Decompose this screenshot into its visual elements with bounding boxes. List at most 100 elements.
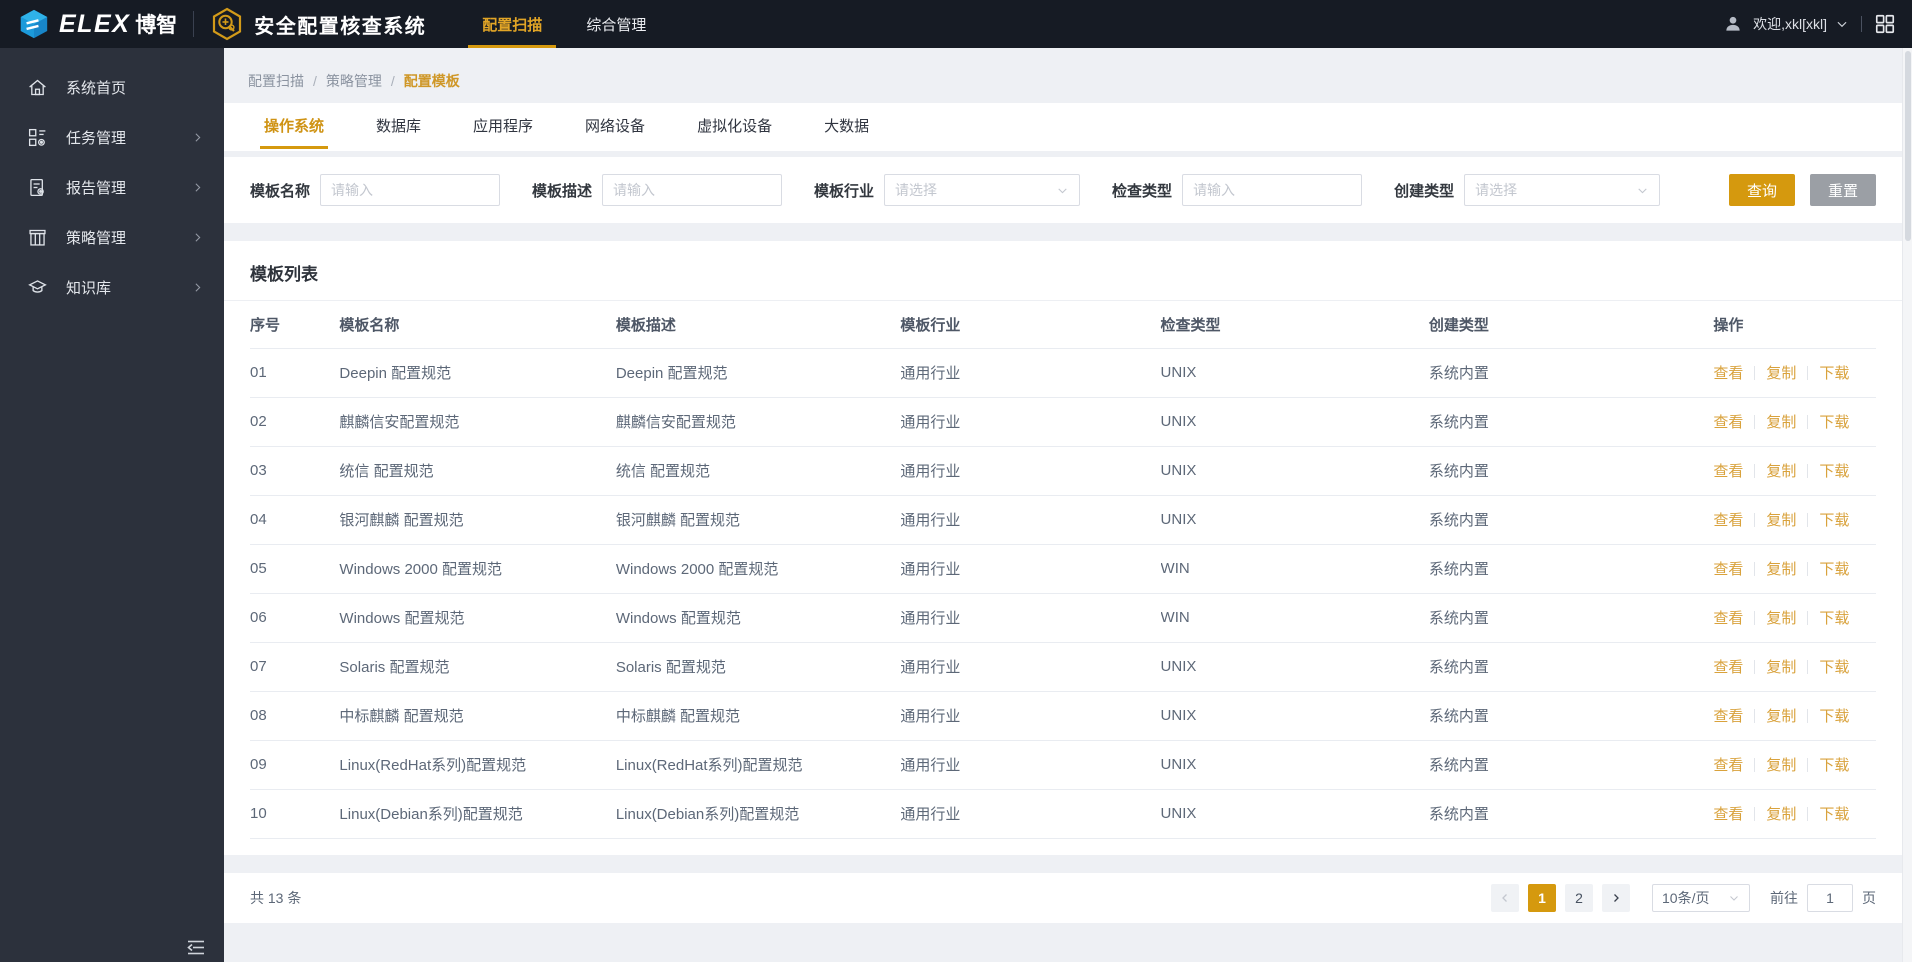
action-download-link[interactable]: 下载 (1819, 558, 1849, 579)
action-download-link[interactable]: 下载 (1819, 607, 1849, 628)
scrollbar[interactable] (1902, 48, 1912, 962)
action-divider (1754, 659, 1756, 674)
action-view-link[interactable]: 查看 (1713, 705, 1743, 726)
sidebar-item-1[interactable]: 任务管理 (0, 112, 224, 162)
row-actions: 查看 复制 下载 (1713, 803, 1876, 824)
filter-select-2[interactable]: 请选择 (884, 174, 1081, 206)
top-nav-label: 配置扫描 (482, 16, 543, 34)
user-welcome[interactable]: 欢迎,xkl[xkl] (1753, 14, 1827, 34)
action-view-link[interactable]: 查看 (1713, 656, 1743, 677)
top-nav-item-0[interactable]: 配置扫描 (460, 0, 564, 48)
action-view-link[interactable]: 查看 (1713, 509, 1743, 530)
action-download-link[interactable]: 下载 (1819, 754, 1849, 775)
row-actions: 查看 复制 下载 (1713, 411, 1876, 432)
prev-page-button[interactable] (1491, 883, 1519, 912)
breadcrumb-separator: / (313, 72, 317, 89)
filter-input-3[interactable] (1182, 174, 1363, 206)
search-button[interactable]: 查询 (1729, 174, 1795, 206)
breadcrumb-item-0[interactable]: 配置扫描 (248, 71, 304, 91)
tab-1[interactable]: 数据库 (362, 115, 435, 151)
sidebar-item-4[interactable]: 知识库 (0, 262, 224, 312)
tab-5[interactable]: 大数据 (810, 115, 883, 151)
action-view-link[interactable]: 查看 (1713, 362, 1743, 383)
collapse-sidebar-icon[interactable] (186, 939, 206, 956)
app-badge-icon (210, 7, 244, 41)
cell-no: 02 (250, 397, 340, 447)
tab-2[interactable]: 应用程序 (459, 115, 547, 151)
action-copy-link[interactable]: 复制 (1766, 803, 1796, 824)
action-copy-link[interactable]: 复制 (1766, 411, 1796, 432)
action-view-link[interactable]: 查看 (1713, 754, 1743, 775)
chevron-right-icon (191, 131, 204, 144)
action-copy-link[interactable]: 复制 (1766, 607, 1796, 628)
filter-select-4[interactable]: 请选择 (1464, 174, 1661, 206)
action-view-link[interactable]: 查看 (1713, 460, 1743, 481)
sidebar-item-0[interactable]: 系统首页 (0, 62, 224, 112)
reset-button[interactable]: 重置 (1810, 174, 1876, 206)
action-download-link[interactable]: 下载 (1819, 705, 1849, 726)
filter-label: 创建类型 (1394, 182, 1455, 200)
action-download-link[interactable]: 下载 (1819, 362, 1849, 383)
action-download-link[interactable]: 下载 (1819, 411, 1849, 432)
cell-industry: 通用行业 (900, 495, 1161, 545)
tab-0[interactable]: 操作系统 (250, 115, 338, 151)
filter-input-1[interactable] (602, 174, 783, 206)
action-copy-link[interactable]: 复制 (1766, 705, 1796, 726)
action-download-link[interactable]: 下载 (1819, 656, 1849, 677)
cell-actions: 查看 复制 下载 (1713, 691, 1876, 741)
next-page-button[interactable] (1602, 883, 1630, 912)
cell-name: 银河麒麟 配置规范 (339, 495, 616, 545)
sidebar-item-2[interactable]: 报告管理 (0, 162, 224, 212)
cell-industry: 通用行业 (900, 593, 1161, 643)
sidebar-item-3[interactable]: 策略管理 (0, 212, 224, 262)
cell-industry: 通用行业 (900, 691, 1161, 741)
action-download-link[interactable]: 下载 (1819, 803, 1849, 824)
scrollbar-thumb[interactable] (1905, 51, 1911, 241)
page-button-2[interactable]: 2 (1565, 883, 1593, 912)
filter-group-0: 模板名称 (250, 174, 501, 206)
template-table: 序号 模板名称 模板描述 模板行业 检查类型 创建类型 操作 01 Deepin 配置规范 De… (250, 301, 1876, 839)
action-copy-link[interactable]: 复制 (1766, 460, 1796, 481)
breadcrumb-item-1[interactable]: 策略管理 (326, 71, 382, 91)
cell-desc: Windows 配置规范 (615, 593, 901, 643)
select-placeholder: 请选择 (895, 182, 938, 198)
action-copy-link[interactable]: 复制 (1766, 509, 1796, 530)
column-header-0: 序号 (250, 301, 340, 349)
breadcrumb-item-2[interactable]: 配置模板 (404, 71, 460, 91)
cell-check_type: UNIX (1160, 789, 1429, 839)
tab-3[interactable]: 网络设备 (571, 115, 659, 151)
action-divider (1807, 708, 1809, 723)
action-copy-link[interactable]: 复制 (1766, 558, 1796, 579)
chevron-down-icon[interactable] (1835, 17, 1849, 31)
cell-check_type: UNIX (1160, 446, 1429, 496)
cell-create_type: 系统内置 (1428, 740, 1714, 790)
cell-check_type: UNIX (1160, 740, 1429, 790)
top-nav-item-1[interactable]: 综合管理 (564, 0, 668, 48)
page-size-select[interactable]: 10条/页 (1652, 883, 1750, 912)
tab-4[interactable]: 虚拟化设备 (683, 115, 786, 151)
action-view-link[interactable]: 查看 (1713, 607, 1743, 628)
action-copy-link[interactable]: 复制 (1766, 754, 1796, 775)
row-actions: 查看 复制 下载 (1713, 705, 1876, 726)
table-row: 06 Windows 配置规范 Windows 配置规范 通用行业 WIN 系统内置 查看复… (250, 593, 1876, 643)
page-button-1[interactable]: 1 (1528, 883, 1556, 912)
action-view-link[interactable]: 查看 (1713, 803, 1743, 824)
action-copy-link[interactable]: 复制 (1766, 362, 1796, 383)
row-actions: 查看 复制 下载 (1713, 754, 1876, 775)
cell-check_type: WIN (1160, 593, 1429, 643)
action-download-link[interactable]: 下载 (1819, 509, 1849, 530)
cell-actions: 查看 复制 下载 (1713, 544, 1876, 594)
goto-page-input[interactable] (1807, 883, 1853, 912)
action-divider (1754, 708, 1756, 723)
action-download-link[interactable]: 下载 (1819, 460, 1849, 481)
cell-name: Windows 配置规范 (339, 593, 616, 643)
table-header-row: 序号 模板名称 模板描述 模板行业 检查类型 创建类型 操作 (250, 301, 1876, 349)
filter-input-0[interactable] (320, 174, 501, 206)
sidebar-item-label: 系统首页 (66, 79, 127, 97)
cell-check_type: WIN (1160, 544, 1429, 594)
action-copy-link[interactable]: 复制 (1766, 656, 1796, 677)
action-view-link[interactable]: 查看 (1713, 411, 1743, 432)
apps-grid-icon[interactable] (1874, 13, 1896, 35)
table-row: 07 Solaris 配置规范 Solaris 配置规范 通用行业 UNIX 系统内置 查看… (250, 642, 1876, 692)
action-view-link[interactable]: 查看 (1713, 558, 1743, 579)
